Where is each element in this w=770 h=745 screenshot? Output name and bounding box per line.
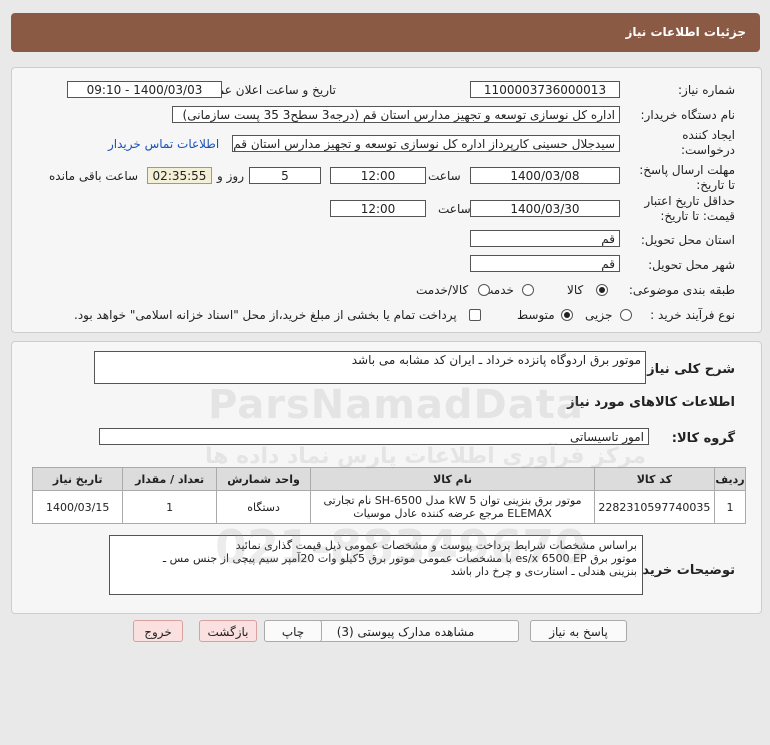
row-need-date: 1400/03/15 [31, 490, 124, 524]
category-goods-label: کالا [567, 283, 584, 297]
page-title-bar: جزئیات اطلاعات نیاز [11, 13, 760, 52]
buyer-notes-line2: موتور برق es/x 6500 EP با مشخصات عمومی م… [162, 552, 637, 565]
validity-time-label: ساعت [438, 202, 471, 216]
city-label: شهر محل تحویل: [648, 258, 735, 272]
days-label: روز و [217, 169, 244, 183]
deadline-time-field: 12:00 [330, 167, 426, 184]
page-title: جزئیات اطلاعات نیاز [625, 25, 746, 39]
announce-datetime-field: 1400/03/03 - 09:10 [67, 81, 222, 98]
buyer-notes-line3: بنزینی هندلی ـ استارت‌ی و چرخ دار باشد [450, 565, 637, 578]
need-number-field: 1100003736000013 [470, 81, 620, 98]
table-row: 1400/03/15 1 دستگاه موتور برق بنزینی توا… [31, 490, 747, 524]
col-quantity: تعداد / مقدار [122, 467, 217, 491]
print-button[interactable]: چاپ [264, 620, 322, 642]
buyer-notes-field: براساس مشخصات شرایط پرداخت پیوست و مشخصا… [109, 535, 643, 595]
col-need-date: تاریخ نیاز [31, 467, 124, 491]
row-number: 1 [713, 490, 747, 524]
goods-group-field: امور تاسیساتی [99, 428, 649, 445]
category-goods-service-radio[interactable] [478, 284, 490, 296]
description-field: موتور برق اردوگاه پانزده خرداد ـ ایران ک… [94, 351, 646, 384]
needs-panel: شرح کلی نیاز: موتور برق اردوگاه پانزده خ… [11, 341, 762, 614]
process-minor-radio[interactable] [620, 309, 632, 321]
row-goods-code: 2282310597740035 [593, 490, 715, 524]
city-field: قم [470, 255, 620, 272]
category-label: طبقه بندی موضوعی: [628, 283, 735, 297]
treasury-payment-checkbox[interactable] [469, 309, 481, 321]
creator-field: سیدجلال حسینی کارپرداز اداره کل نوسازی ت… [232, 135, 620, 152]
buyer-org-label: نام دستگاه خریدار: [640, 108, 736, 122]
col-unit: واحد شمارش [215, 467, 312, 491]
goods-table-header: تاریخ نیاز تعداد / مقدار واحد شمارش نام … [31, 467, 747, 491]
goods-group-label: گروه کالا: [671, 431, 735, 446]
province-field: قم [470, 230, 620, 247]
creator-label-1: ایجاد کننده [682, 128, 735, 142]
validity-label-1: حداقل تاریخ اعتبار [644, 194, 735, 208]
process-label: نوع فرآیند خرید : [650, 308, 735, 322]
need-number-label: شماره نیاز: [678, 83, 735, 97]
col-goods-code: کد کالا [593, 467, 715, 491]
process-medium-radio[interactable] [561, 309, 573, 321]
col-row: ردیف [713, 467, 747, 491]
category-goods-radio[interactable] [596, 284, 608, 296]
process-medium-label: متوسط [517, 308, 555, 322]
back-button[interactable]: بازگشت [199, 620, 257, 642]
row-goods-name-line1: موتور برق بنزینی توان kW 5 مدل SH-6500 ن… [323, 494, 582, 507]
row-goods-name-line2: ELEMAX مرجع عرضه کننده عادل موسیات [353, 507, 552, 520]
creator-label-2: درخواست: [681, 143, 735, 157]
validity-date-field: 1400/03/30 [470, 200, 620, 217]
days-remaining-field: 5 [249, 167, 321, 184]
deadline-date-field: 1400/03/08 [470, 167, 620, 184]
buyer-contact-link[interactable]: اطلاعات تماس خریدار [108, 137, 219, 151]
goods-table: تاریخ نیاز تعداد / مقدار واحد شمارش نام … [31, 467, 747, 524]
category-goods-service-label: کالا/خدمت [416, 283, 469, 297]
validity-time-field: 12:00 [330, 200, 426, 217]
reply-button[interactable]: پاسخ به نیاز [530, 620, 627, 642]
validity-label-2: قیمت: تا تاریخ: [660, 209, 735, 223]
row-quantity: 1 [122, 490, 217, 524]
province-label: استان محل تحویل: [640, 233, 735, 247]
col-goods-name: نام کالا [310, 467, 595, 491]
view-attachments-button[interactable]: مشاهده مدارک پیوستی (3) [292, 620, 519, 642]
process-minor-label: جزیی [585, 308, 613, 322]
goods-section-title: اطلاعات کالاهای مورد نیاز [567, 395, 735, 410]
exit-button[interactable]: خروج [133, 620, 183, 642]
treasury-payment-label: پرداخت تمام یا بخشی از مبلغ خرید،از محل … [74, 308, 457, 322]
description-label: شرح کلی نیاز: [641, 362, 735, 377]
remaining-time-label: ساعت باقی مانده [49, 169, 139, 183]
buyer-notes-line1: براساس مشخصات شرایط پرداخت پیوست و مشخصا… [235, 539, 637, 552]
buyer-org-field: اداره کل نوسازی توسعه و تجهیز مدارس استا… [172, 106, 620, 123]
row-goods-name: موتور برق بنزینی توان kW 5 مدل SH-6500 ن… [310, 490, 595, 524]
remaining-time-field: 02:35:55 [147, 167, 212, 184]
deadline-time-label: ساعت [428, 169, 461, 183]
details-panel: شماره نیاز: 1100003736000013 تاریخ و ساع… [11, 67, 762, 333]
category-service-radio[interactable] [522, 284, 534, 296]
row-unit: دستگاه [215, 490, 312, 524]
deadline-label-1: مهلت ارسال پاسخ: [639, 163, 735, 177]
deadline-label-2: تا تاریخ: [696, 178, 735, 192]
